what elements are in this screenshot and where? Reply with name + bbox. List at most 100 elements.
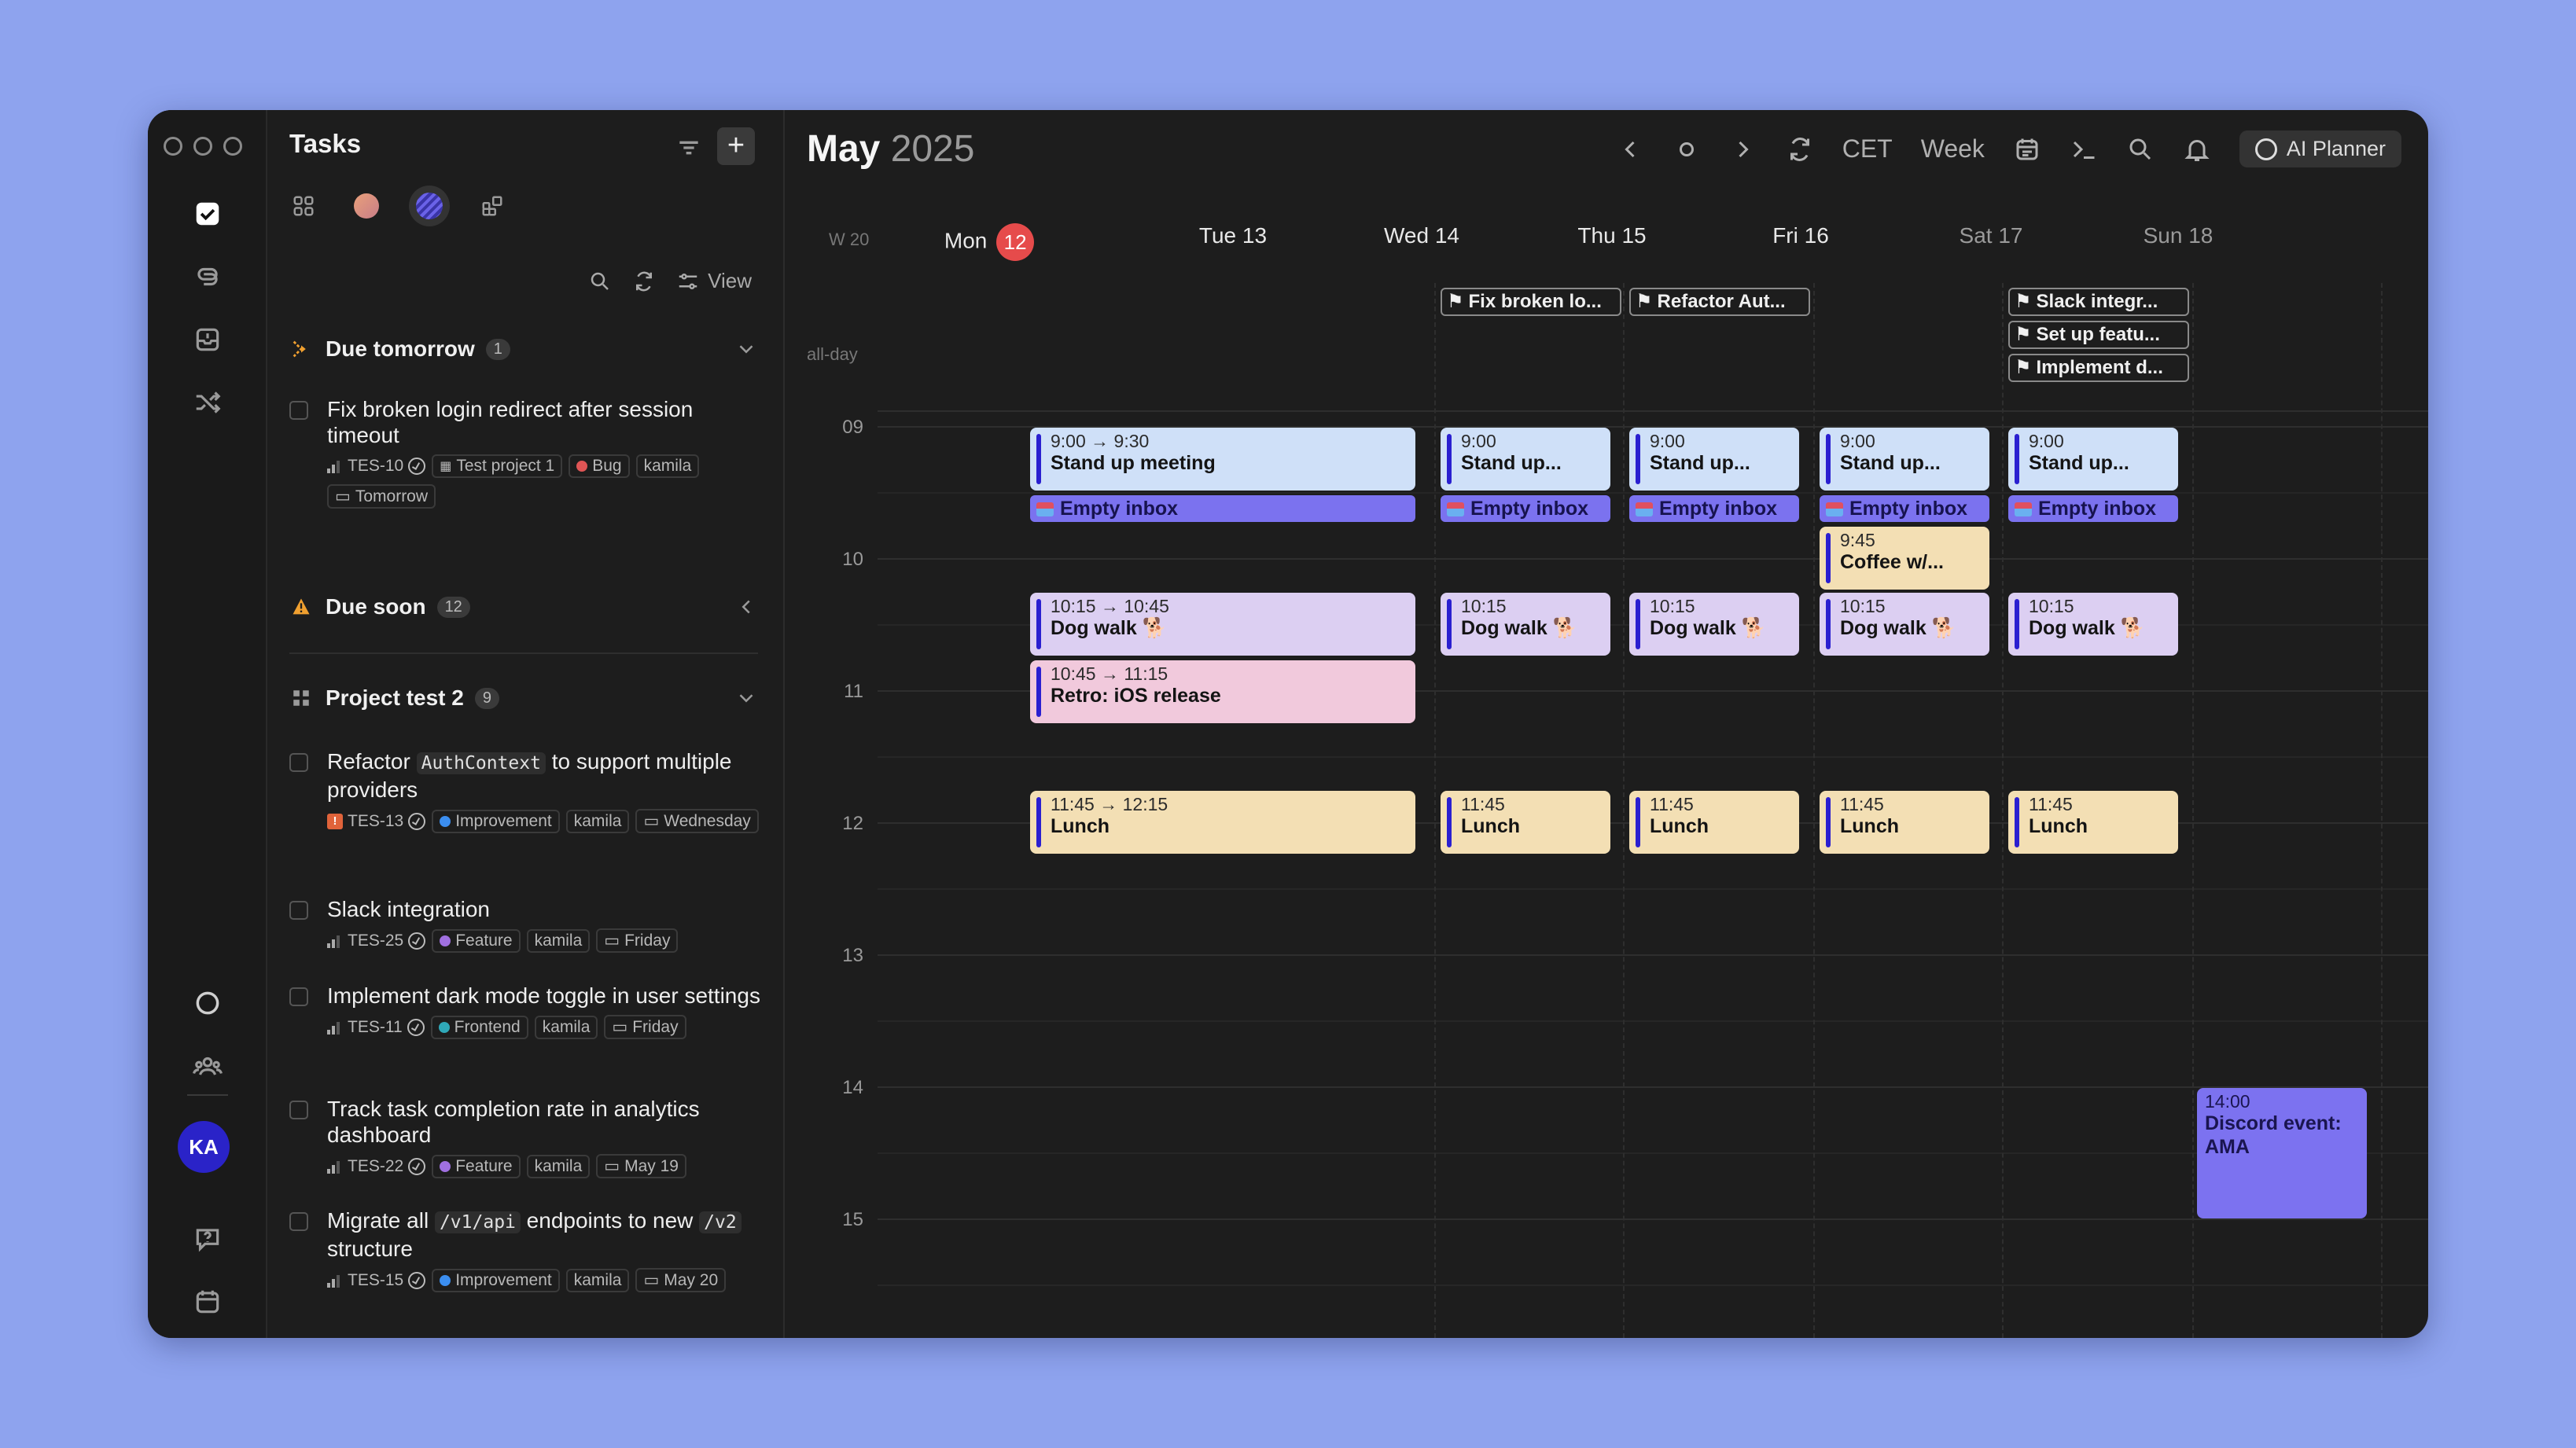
task-item[interactable]: Fix broken login redirect after session … (289, 396, 761, 509)
status-icon (407, 1018, 425, 1036)
task-item[interactable]: Implement dark mode toggle in user setti… (289, 983, 761, 1039)
rail-inbox-button[interactable] (184, 316, 231, 363)
grid-view-button[interactable] (283, 186, 324, 226)
label-tag[interactable]: Improvement (432, 809, 560, 833)
calendar-small-icon: ▭ (612, 1018, 628, 1036)
section-due-tomorrow[interactable]: Due tomorrow 1 (289, 336, 758, 362)
due-tag[interactable]: ▭ May 20 (635, 1268, 727, 1292)
event-lunch[interactable]: 11:45 → 12:15 Lunch (1030, 791, 1415, 854)
due-tag[interactable]: ▭ Friday (604, 1015, 686, 1039)
label-tag[interactable]: Frontend (430, 1015, 528, 1039)
rail-links-button[interactable] (184, 253, 231, 300)
project-tag[interactable]: ▦ Test project 1 (432, 454, 563, 478)
event-empty-inbox[interactable]: Empty inbox (1441, 495, 1610, 522)
event-standup[interactable]: 9:00 Stand up... (1820, 428, 1989, 491)
task-title: Migrate all /v1/api endpoints to new /v2… (327, 1207, 761, 1262)
panel-title: Tasks (289, 129, 362, 158)
view-switcher (283, 186, 513, 226)
rail-help-button[interactable] (184, 1215, 231, 1262)
task-checkbox[interactable] (289, 1101, 308, 1119)
time-grid[interactable]: 09 10 11 12 13 14 15 (785, 110, 2428, 1338)
event-empty-inbox[interactable]: Empty inbox (1820, 495, 1989, 522)
event-dog-walk[interactable]: 10:15 Dog walk 🐕 (1820, 593, 1989, 656)
widgets-view-button[interactable] (472, 186, 513, 226)
filter-icon[interactable] (673, 132, 705, 164)
event-lunch[interactable]: 11:45 Lunch (2008, 791, 2178, 854)
due-tag[interactable]: ▭ Tomorrow (327, 484, 436, 509)
grid-icon (293, 196, 314, 216)
day-divider (2002, 283, 2004, 1338)
day-divider (1813, 283, 1815, 1338)
task-checkbox[interactable] (289, 901, 308, 920)
workspace-peach-button[interactable] (346, 186, 387, 226)
label-tag[interactable]: Bug (569, 454, 630, 478)
assignee-tag[interactable]: kamila (565, 1268, 630, 1292)
inbox-tray-icon (1036, 502, 1054, 516)
user-avatar[interactable]: KA (178, 1121, 230, 1173)
task-item[interactable]: Slack integration TES-25 Feature kamila … (289, 896, 761, 953)
event-discord-ama[interactable]: 14:00 Discord event: AMA (2197, 1088, 2367, 1218)
chevron-down-icon[interactable] (734, 337, 758, 361)
task-checkbox[interactable] (289, 987, 308, 1006)
task-checkbox[interactable] (289, 401, 308, 420)
event-lunch[interactable]: 11:45 Lunch (1629, 791, 1799, 854)
section-project-test-2[interactable]: Project test 2 9 (289, 685, 758, 711)
label-tag[interactable]: Feature (432, 928, 521, 953)
assignee-tag[interactable]: kamila (534, 1015, 598, 1039)
priority-urgent-icon: ! (327, 813, 343, 829)
event-coffee[interactable]: 9:45 Coffee w/... (1820, 527, 1989, 590)
task-item[interactable]: Refactor AuthContext to support multiple… (289, 748, 761, 833)
hour-label: 14 (842, 1077, 863, 1098)
task-checkbox[interactable] (289, 753, 308, 772)
workspace-violet-button[interactable] (409, 186, 450, 226)
event-standup[interactable]: 9:00 → 9:30 Stand up meeting (1030, 428, 1415, 491)
assignee-tag[interactable]: kamila (526, 1154, 591, 1178)
event-lunch[interactable]: 11:45 Lunch (1441, 791, 1610, 854)
event-empty-inbox[interactable]: Empty inbox (1030, 495, 1415, 522)
search-icon[interactable] (588, 270, 612, 293)
event-empty-inbox[interactable]: Empty inbox (2008, 495, 2178, 522)
due-tag[interactable]: ▭ May 19 (596, 1154, 686, 1178)
event-dog-walk[interactable]: 10:15 Dog walk 🐕 (1629, 593, 1799, 656)
task-item[interactable]: Track task completion rate in analytics … (289, 1096, 761, 1178)
label-dot-icon (438, 1021, 450, 1033)
rail-status-button[interactable] (184, 979, 231, 1027)
task-item[interactable]: Migrate all /v1/api endpoints to new /v2… (289, 1207, 761, 1292)
view-options-button[interactable]: View (676, 269, 752, 293)
refresh-icon[interactable] (632, 270, 656, 293)
event-retro[interactable]: 10:45 → 11:15 Retro: iOS release (1030, 660, 1415, 723)
assignee-tag[interactable]: kamila (526, 928, 591, 953)
close-window-button[interactable] (164, 137, 182, 156)
status-icon (408, 458, 426, 475)
maximize-window-button[interactable] (223, 137, 242, 156)
chevron-down-icon[interactable] (734, 686, 758, 710)
add-task-button[interactable]: + (717, 127, 755, 165)
calendar-small-icon: ▭ (335, 487, 351, 505)
rail-calendar-button[interactable] (184, 1278, 231, 1325)
label-tag[interactable]: Feature (432, 1154, 521, 1178)
assignee-tag[interactable]: kamila (565, 809, 630, 833)
chevron-left-icon[interactable] (734, 595, 758, 619)
task-checkbox[interactable] (289, 1212, 308, 1231)
task-meta: TES-15 Improvement kamila ▭ May 20 (327, 1268, 761, 1292)
event-dog-walk[interactable]: 10:15 → 10:45 Dog walk 🐕 (1030, 593, 1415, 656)
event-standup[interactable]: 9:00 Stand up... (2008, 428, 2178, 491)
inbox-tray-icon (2015, 502, 2032, 516)
event-standup[interactable]: 9:00 Stand up... (1441, 428, 1610, 491)
label-tag[interactable]: Improvement (432, 1268, 560, 1292)
event-dog-walk[interactable]: 10:15 Dog walk 🐕 (2008, 593, 2178, 656)
rail-team-button[interactable] (184, 1042, 231, 1090)
rail-shuffle-button[interactable] (184, 379, 231, 426)
due-tag[interactable]: ▭ Wednesday (635, 809, 759, 833)
due-tag[interactable]: ▭ Friday (596, 928, 679, 953)
event-dog-walk[interactable]: 10:15 Dog walk 🐕 (1441, 593, 1610, 656)
event-standup[interactable]: 9:00 Stand up... (1629, 428, 1799, 491)
task-meta: ! TES-13 Improvement kamila ▭ Wednesday (327, 809, 761, 833)
rail-tasks-button[interactable] (184, 190, 231, 237)
section-due-soon[interactable]: Due soon 12 (289, 594, 758, 619)
task-id: TES-10 (348, 457, 404, 475)
event-empty-inbox[interactable]: Empty inbox (1629, 495, 1799, 522)
event-lunch[interactable]: 11:45 Lunch (1820, 791, 1989, 854)
assignee-tag[interactable]: kamila (635, 454, 700, 478)
minimize-window-button[interactable] (193, 137, 212, 156)
